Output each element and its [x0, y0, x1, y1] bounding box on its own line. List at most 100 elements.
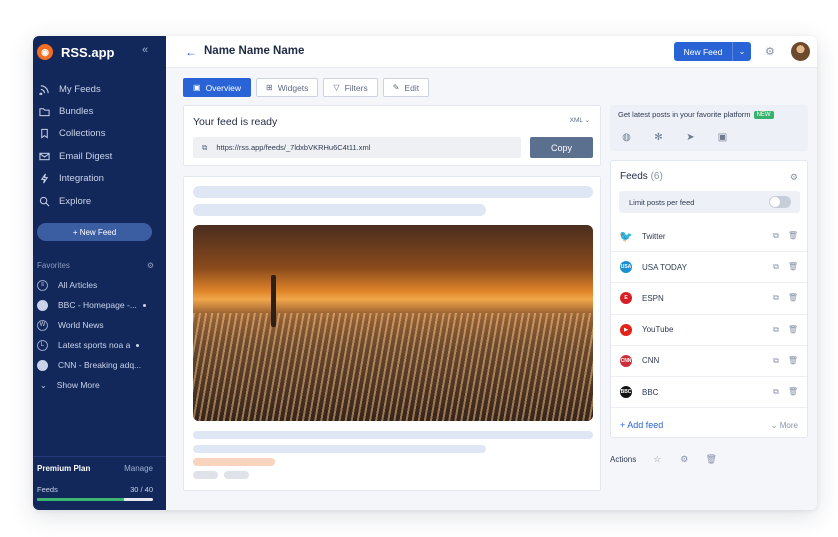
grid-icon: ⊞ — [266, 83, 273, 92]
skeleton-line — [193, 204, 486, 216]
star-icon[interactable]: ☆ — [648, 450, 667, 468]
more-button[interactable]: ⌄ More — [771, 421, 798, 430]
limit-posts-row: Limit posts per feed — [619, 191, 800, 213]
trash-icon[interactable]: 🗑 — [788, 356, 798, 366]
chevron-down-icon[interactable]: ⌄ — [733, 47, 751, 56]
unread-dot — [142, 303, 146, 307]
open-external-icon[interactable]: ⧉ — [773, 356, 779, 366]
tab-edit[interactable]: ✎ Edit — [382, 78, 430, 97]
show-more-label: Show More — [56, 380, 100, 390]
sidebar-item-collections[interactable]: Collections — [37, 123, 162, 145]
usa-today-icon: USA — [620, 261, 632, 274]
trash-icon[interactable]: 🗑 — [788, 293, 798, 303]
rss-logo-icon: ◉ — [37, 44, 53, 60]
back-arrow-icon[interactable]: ← — [185, 45, 197, 59]
add-feed-link[interactable]: + Add feed — [620, 420, 663, 430]
bbc-icon: BBC — [620, 386, 632, 399]
sidebar-item-explore[interactable]: Explore — [37, 190, 162, 212]
settings-gear-icon[interactable]: ⚙ — [765, 45, 775, 58]
actions-label: Actions — [610, 454, 637, 464]
chevron-down-icon: ⌄ — [40, 380, 47, 390]
feeds-usage-bar — [37, 498, 153, 501]
sidebar-item-my-feeds[interactable]: My Feeds — [37, 78, 162, 100]
feed-name: YouTube — [642, 325, 674, 335]
sidebar-item-label: Bundles — [59, 106, 94, 118]
open-external-icon[interactable]: ⧉ — [773, 325, 779, 335]
open-external-icon[interactable]: ⧉ — [773, 293, 779, 303]
copy-button[interactable]: Copy — [530, 137, 593, 158]
feed-name: ESPN — [642, 293, 664, 303]
sidebar-item-bundles[interactable]: Bundles — [37, 100, 162, 122]
sidebar-item-label: Integration — [59, 173, 104, 185]
open-external-icon[interactable]: ⧉ — [773, 231, 779, 241]
feed-row-espn[interactable]: E ESPN ⧉ 🗑 — [611, 283, 807, 315]
skeleton-line — [193, 186, 593, 198]
collapse-sidebar-icon[interactable]: « — [142, 44, 148, 56]
trash-icon[interactable]: 🗑 — [788, 231, 798, 241]
sidebar-item-integration[interactable]: Integration — [37, 168, 162, 190]
trash-icon[interactable]: 🗑 — [702, 450, 721, 468]
sidebar-item-email-digest[interactable]: Email Digest — [37, 145, 162, 167]
feeds-settings-gear-icon[interactable]: ⚙ — [790, 172, 798, 183]
feed-row-youtube[interactable]: ▶ YouTube ⧉ 🗑 — [611, 315, 807, 346]
feed-url-field[interactable]: ⧉ https://rss.app/feeds/_7ldxbVKRHu6C4t1… — [193, 137, 521, 158]
tab-label: Overview — [205, 82, 241, 93]
sidebar-new-feed-button[interactable]: + New Feed — [37, 223, 152, 241]
favorite-item[interactable]: L Latest sports noa a — [37, 335, 157, 355]
trash-icon[interactable]: 🗑 — [788, 387, 798, 397]
chat-icon[interactable]: ◍ — [620, 131, 633, 144]
feed-name: Twitter — [642, 231, 666, 241]
new-feed-button[interactable]: New Feed ⌄ — [674, 42, 751, 61]
favorite-item[interactable]: ≡ All Articles — [37, 275, 157, 295]
feeds-usage-fill — [37, 498, 124, 501]
manage-link[interactable]: Manage — [124, 464, 153, 473]
feed-row-cnn[interactable]: CNN CNN ⧉ 🗑 — [611, 346, 807, 377]
feed-row-bbc[interactable]: BBC BBC ⧉ 🗑 — [611, 377, 807, 409]
cnn-icon: CNN — [620, 354, 632, 367]
open-external-icon[interactable]: ⧉ — [773, 387, 779, 397]
show-more-button[interactable]: ⌄ Show More — [37, 375, 157, 395]
feed-preview-card — [183, 176, 601, 491]
feed-row-usa-today[interactable]: USA USA TODAY ⧉ 🗑 — [611, 252, 807, 284]
tab-label: Filters — [344, 82, 368, 93]
chevron-down-icon: ⌄ — [770, 421, 778, 430]
feeds-title: Feeds (6) — [620, 171, 663, 182]
twitter-icon: 🐦 — [619, 230, 633, 243]
feed-ready-card: Your feed is ready XML ⌄ ⧉ https://rss.a… — [183, 105, 601, 166]
favorite-label: All Articles — [58, 280, 98, 290]
list-icon: ≡ — [37, 279, 48, 291]
brand[interactable]: ◉ RSS.app — [37, 43, 114, 61]
favorite-item[interactable]: CNN - Breaking adq... — [37, 355, 157, 375]
brand-name: RSS.app — [61, 44, 115, 60]
sidebar-item-label: My Feeds — [59, 83, 101, 95]
feeds-card: Feeds (6) ⚙ Limit posts per feed 🐦 Twitt… — [610, 160, 808, 438]
open-external-icon[interactable]: ⧉ — [773, 262, 779, 272]
telegram-icon[interactable]: ➤ — [684, 131, 697, 144]
format-select[interactable]: XML ⌄ — [570, 116, 590, 124]
tab-overview[interactable]: ▣ Overview — [183, 78, 251, 97]
feeds-title-text: Feeds — [620, 171, 648, 182]
platform-title-text: Get latest posts in your favorite platfo… — [618, 110, 751, 119]
favorite-item[interactable]: W World News — [37, 315, 157, 335]
favorite-label: BBC - Homepage -... — [58, 300, 137, 310]
sidebar: ◉ RSS.app « My Feeds Bundles Collections… — [33, 36, 166, 510]
discord-icon[interactable]: ▣ — [716, 131, 729, 144]
trash-icon[interactable]: 🗑 — [788, 262, 798, 272]
trash-icon[interactable]: 🗑 — [788, 325, 798, 335]
skeleton-pill — [193, 471, 218, 479]
preview-image — [193, 225, 593, 421]
limit-posts-toggle[interactable] — [769, 196, 791, 208]
gear-icon[interactable]: ⚙ — [675, 450, 694, 468]
favorite-item[interactable]: BBC - Homepage -... — [37, 295, 157, 315]
feeds-count: (6) — [650, 171, 663, 182]
favorites-gear-icon[interactable]: ⚙ — [147, 261, 154, 270]
favorite-label: World News — [58, 320, 104, 330]
feed-row-twitter[interactable]: 🐦 Twitter ⧉ 🗑 — [611, 221, 807, 253]
sidebar-divider — [33, 456, 166, 457]
slack-icon[interactable]: ✻ — [652, 131, 665, 144]
tab-filters[interactable]: ▽ Filters — [323, 78, 378, 97]
feed-name: CNN — [642, 356, 660, 366]
sidebar-item-label: Explore — [59, 195, 92, 207]
avatar[interactable] — [791, 42, 810, 61]
tab-widgets[interactable]: ⊞ Widgets — [256, 78, 319, 97]
